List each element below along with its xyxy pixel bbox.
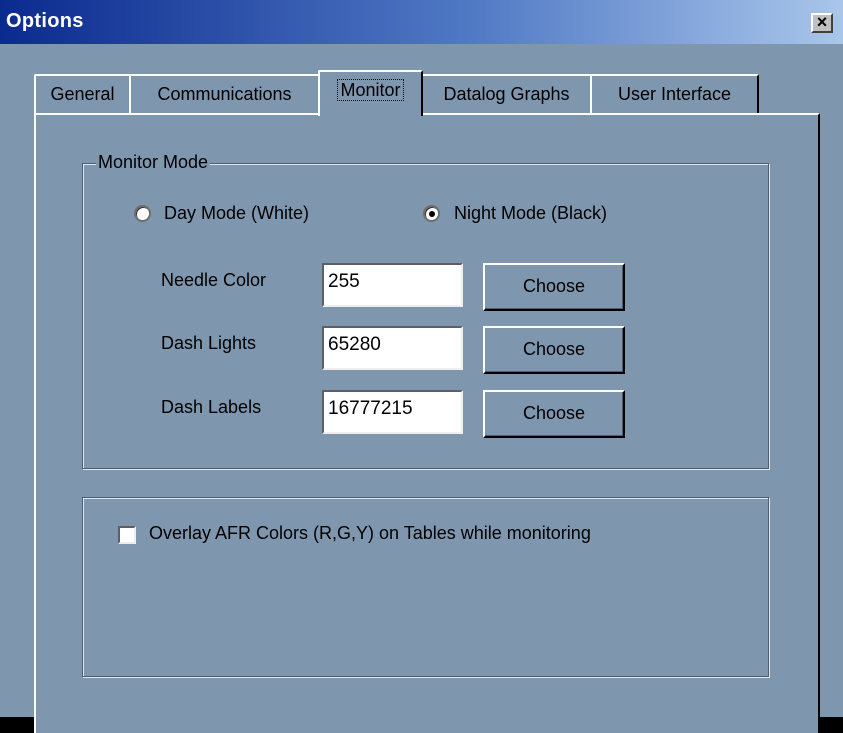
night-mode-radio[interactable] bbox=[423, 205, 440, 222]
tab-datalog-graphs[interactable]: Datalog Graphs bbox=[421, 74, 592, 113]
title-bar[interactable]: Options × bbox=[0, 0, 843, 44]
day-mode-radio[interactable] bbox=[134, 205, 151, 222]
needle-color-field[interactable]: 255 bbox=[322, 263, 463, 307]
tab-monitor[interactable]: Monitor bbox=[318, 70, 423, 116]
tab-general[interactable]: General bbox=[34, 74, 131, 113]
dash-labels-label: Dash Labels bbox=[161, 397, 262, 417]
radio-selected-dot bbox=[429, 211, 435, 217]
close-icon: × bbox=[816, 12, 828, 32]
tab-communications[interactable]: Communications bbox=[129, 74, 320, 113]
needle-color-choose-button[interactable]: Choose bbox=[483, 263, 625, 311]
needle-color-label: Needle Color bbox=[161, 270, 267, 290]
night-mode-label[interactable]: Night Mode (Black) bbox=[454, 203, 607, 224]
options-dialog: Options × General Communications Monitor… bbox=[0, 0, 843, 733]
dash-labels-field[interactable]: 16777215 bbox=[322, 390, 463, 434]
window-title: Options bbox=[6, 10, 84, 32]
overlay-afr-label[interactable]: Overlay AFR Colors (R,G,Y) on Tables whi… bbox=[149, 523, 591, 544]
close-button[interactable]: × bbox=[811, 13, 833, 33]
overlay-afr-checkbox[interactable] bbox=[118, 526, 136, 544]
dash-lights-label: Dash Lights bbox=[161, 333, 257, 353]
dash-labels-choose-button[interactable]: Choose bbox=[483, 390, 625, 438]
dash-lights-choose-button[interactable]: Choose bbox=[483, 326, 625, 374]
tab-user-interface[interactable]: User Interface bbox=[590, 74, 759, 113]
dash-lights-field[interactable]: 65280 bbox=[322, 326, 463, 370]
monitor-mode-label: Monitor Mode bbox=[96, 152, 211, 173]
day-mode-label[interactable]: Day Mode (White) bbox=[164, 203, 309, 224]
